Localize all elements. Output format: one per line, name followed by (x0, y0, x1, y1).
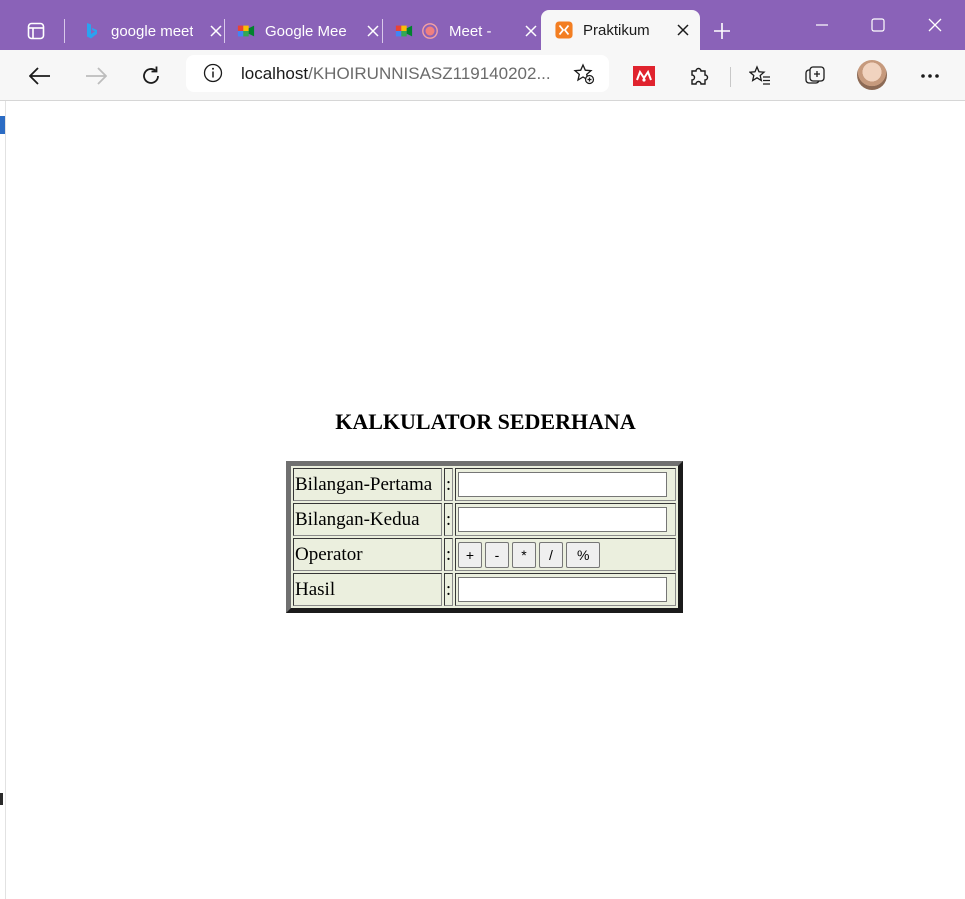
page-title: KALKULATOR SEDERHANA (335, 409, 636, 434)
more-dots-icon (921, 74, 939, 78)
refresh-button[interactable] (135, 60, 167, 92)
background-window-sliver (0, 116, 5, 134)
window-left-edge (0, 101, 6, 899)
tab-close-icon[interactable] (674, 21, 692, 39)
operator-cell: + - * /% (455, 538, 676, 571)
table-row: Bilangan-Pertama : (293, 468, 676, 501)
tab-praktikum[interactable]: Praktikum Mod (541, 10, 700, 50)
multiply-button[interactable]: * (512, 541, 536, 568)
modulo-button[interactable]: % (566, 541, 601, 568)
forward-button[interactable] (80, 60, 112, 92)
address-url: localhost/KHOIRUNNISASZ119140202... (241, 64, 561, 84)
favorites-button[interactable] (744, 60, 776, 92)
collections-button[interactable] (799, 60, 831, 92)
new-tab-button[interactable] (707, 16, 737, 46)
xampp-icon (555, 21, 573, 39)
first-number-input[interactable] (458, 472, 667, 497)
tab-actions-icon (27, 22, 45, 40)
tab-actions-button[interactable] (20, 12, 52, 50)
tab-close-icon[interactable] (364, 22, 382, 40)
address-bar[interactable]: localhost/KHOIRUNNISASZ119140202... (186, 55, 609, 92)
calculator-table: Bilangan-Pertama : Bilangan-Kedua : Oper… (286, 461, 683, 613)
add-button[interactable]: + (458, 541, 482, 568)
separator-colon: : (444, 538, 453, 571)
settings-menu-button[interactable] (914, 60, 946, 92)
favorites-icon (749, 65, 770, 85)
add-favorite-icon[interactable] (573, 63, 595, 90)
tab-title: Praktikum Mod (583, 21, 649, 39)
tab-title: Meet - (449, 22, 492, 40)
collections-icon (805, 66, 825, 84)
operator-label: Operator (293, 538, 442, 571)
first-number-label: Bilangan-Pertama (293, 468, 442, 501)
maximize-icon (871, 18, 885, 32)
tab-separator (224, 19, 225, 43)
first-number-cell (455, 468, 676, 501)
info-icon[interactable] (203, 63, 223, 88)
profile-avatar[interactable] (857, 60, 887, 90)
tab-separator (64, 19, 65, 43)
table-row: Hasil : (293, 573, 676, 606)
toolbar-divider (730, 67, 731, 87)
tab-close-icon[interactable] (522, 22, 540, 40)
extensions-button[interactable] (683, 60, 715, 92)
browser-toolbar: localhost/KHOIRUNNISASZ119140202... (0, 50, 965, 101)
close-icon (928, 18, 942, 32)
arrow-right-icon (86, 67, 107, 85)
background-window-sliver (0, 793, 3, 805)
table-row: Operator : + - * /% (293, 538, 676, 571)
mendeley-extension-button[interactable] (628, 60, 660, 92)
tab-close-icon[interactable] (207, 22, 225, 40)
separator-colon: : (444, 503, 453, 536)
tab-meet[interactable]: Meet - (385, 12, 548, 50)
tab-separator (382, 19, 383, 43)
close-window-button[interactable] (915, 8, 955, 42)
second-number-input[interactable] (458, 507, 667, 532)
refresh-icon (143, 66, 159, 84)
bing-icon (83, 22, 101, 40)
google-meet-icon (237, 22, 255, 40)
minimize-icon (816, 24, 828, 26)
mendeley-icon (633, 66, 655, 86)
result-output[interactable] (458, 577, 667, 602)
second-number-label: Bilangan-Kedua (293, 503, 442, 536)
url-host: localhost (241, 64, 309, 83)
browser-titlebar: google meet Google Meet Meet - Praktikum (0, 0, 965, 50)
url-path: /KHOIRUNNISASZ119140202... (308, 64, 551, 83)
result-cell (455, 573, 676, 606)
tab-google-meet[interactable]: Google Meet (227, 12, 390, 50)
tab-title: google meet (111, 22, 193, 40)
divide-button[interactable]: / (539, 541, 563, 568)
subtract-button[interactable]: - (485, 541, 509, 568)
recording-icon (421, 22, 439, 40)
arrow-left-icon (29, 67, 50, 85)
tab-title: Google Meet (265, 22, 347, 40)
table-row: Bilangan-Kedua : (293, 503, 676, 536)
plus-icon (714, 23, 730, 39)
second-number-cell (455, 503, 676, 536)
separator-colon: : (444, 573, 453, 606)
maximize-button[interactable] (858, 8, 898, 42)
google-meet-icon (395, 22, 413, 40)
minimize-button[interactable] (802, 8, 842, 42)
result-label: Hasil (293, 573, 442, 606)
puzzle-icon (691, 67, 709, 85)
tab-google-meet-search[interactable]: google meet (73, 12, 233, 50)
back-button[interactable] (24, 60, 56, 92)
separator-colon: : (444, 468, 453, 501)
